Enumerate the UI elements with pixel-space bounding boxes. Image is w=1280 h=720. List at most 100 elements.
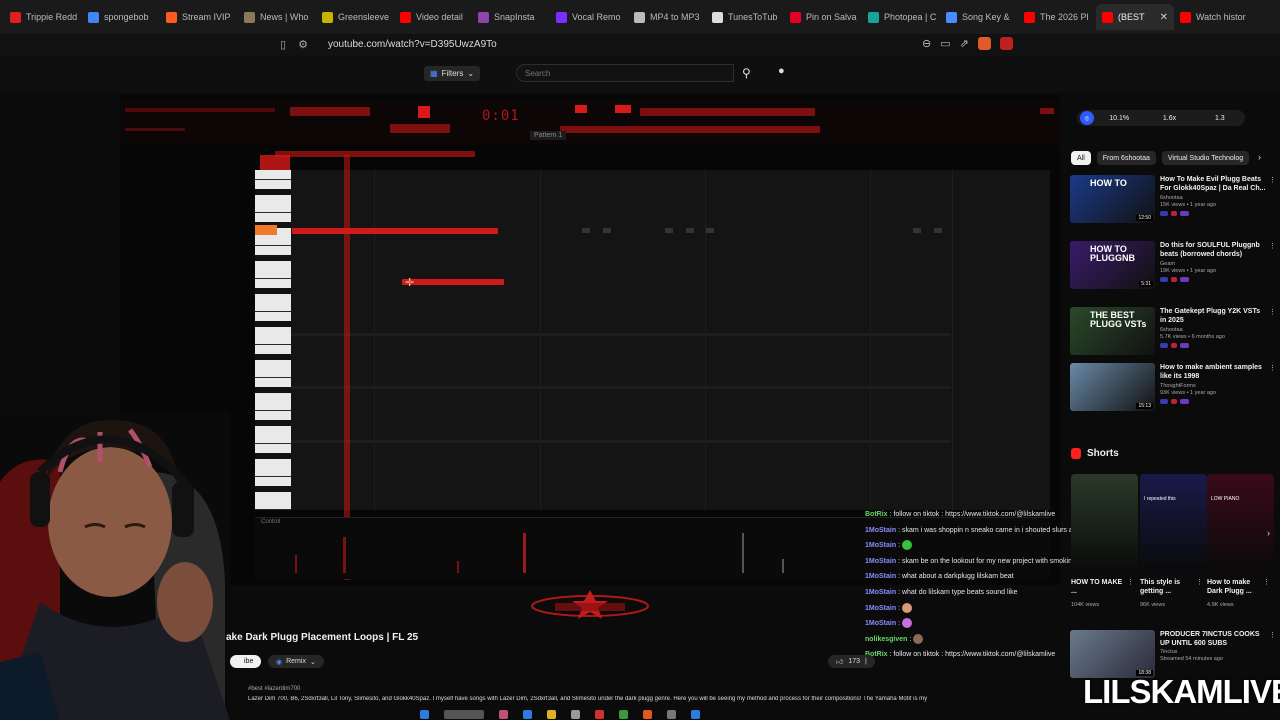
video-description[interactable]: Lazer Dim 700, B6, 2Sdxrt3all, Lil Tony,… bbox=[248, 696, 1058, 702]
speed-extension-bar[interactable]: ◎ 10.1% 1.6x 1.3 bbox=[1077, 110, 1245, 126]
share-icon[interactable]: ⇗ bbox=[960, 37, 969, 50]
chat-username: BotRix bbox=[865, 511, 888, 518]
search-icon[interactable]: ⚲ bbox=[742, 66, 751, 80]
taskbar-app-icon[interactable] bbox=[499, 710, 508, 719]
short-thumbnail[interactable] bbox=[1071, 474, 1138, 572]
search-input[interactable]: Search bbox=[516, 64, 734, 82]
filter-chip[interactable]: Virtual Studio Technolog bbox=[1161, 151, 1250, 165]
recommendation-card[interactable]: HOW TO PLUGGNB 5:31 Do this for SOULFUL Pl… bbox=[1070, 241, 1276, 291]
more-options-icon[interactable]: ⋮ bbox=[1269, 308, 1276, 316]
browser-tab[interactable]: Pin on Salva bbox=[784, 4, 862, 30]
filters-button[interactable]: ▦ Filters ⌄ bbox=[424, 66, 481, 81]
midi-note[interactable] bbox=[292, 228, 498, 234]
windows-start-icon[interactable] bbox=[420, 710, 429, 719]
more-options-icon[interactable]: ⋮ bbox=[1269, 364, 1276, 372]
taskbar-app-icon[interactable] bbox=[595, 710, 604, 719]
taskbar-app-icon[interactable] bbox=[523, 710, 532, 719]
tab-close-icon[interactable]: ✕ bbox=[1160, 12, 1168, 23]
browser-tab[interactable]: TunesToTub bbox=[706, 4, 784, 30]
shorts-header: Shorts bbox=[1071, 448, 1119, 459]
recommendation-title[interactable]: The Gatekept Plugg Y2K VSTs in 2025 bbox=[1160, 307, 1268, 325]
taskbar-search-icon[interactable] bbox=[444, 710, 484, 719]
recommendation-title[interactable]: How To Make Evil Plugg Beats For Glokk40… bbox=[1160, 175, 1268, 193]
recommendation-thumbnail[interactable]: 18:38 bbox=[1070, 630, 1155, 678]
extension-value[interactable]: 10.1% bbox=[1094, 115, 1144, 122]
subscribe-button[interactable]: ibe bbox=[230, 655, 262, 668]
tab-label: News | Who bbox=[260, 12, 309, 22]
browser-tab[interactable]: MP4 to MP3 bbox=[628, 4, 706, 30]
taskbar-folder-icon[interactable] bbox=[547, 710, 556, 719]
browser-tab[interactable]: Trippie Redd bbox=[4, 4, 82, 30]
midi-note[interactable] bbox=[402, 279, 504, 285]
zoom-icon[interactable]: ⊖ bbox=[922, 37, 931, 50]
recommendation-card[interactable]: THE BEST PLUGG VSTs The Gatekept Plugg Y2… bbox=[1070, 307, 1276, 357]
extension-alert-icon[interactable] bbox=[999, 37, 1013, 50]
browser-tab[interactable]: The 2026 Pl bbox=[1018, 4, 1096, 30]
pattern-selector[interactable]: Pattern 1 bbox=[530, 131, 567, 140]
recommendation-channel[interactable]: 6shootaa bbox=[1160, 327, 1183, 333]
remix-button[interactable]: ◉ Remix ⌄ bbox=[268, 655, 324, 668]
recommendation-title[interactable]: Do this for SOULFUL Pluggnb beats (borro… bbox=[1160, 241, 1268, 259]
more-options-icon[interactable]: ⋮ bbox=[1269, 176, 1276, 184]
recommendation-title[interactable]: PRODUCER 7INCTUS COOKS UP UNTIL 600 SUBS bbox=[1160, 630, 1268, 648]
thumbnail-text: HOW TO PLUGGNB bbox=[1090, 244, 1135, 263]
thumbs-down-icon[interactable]: | bbox=[865, 658, 867, 665]
taskbar-app-icon[interactable] bbox=[643, 710, 652, 719]
more-options-icon[interactable]: ⋮ bbox=[1269, 242, 1276, 250]
recommendation-channel[interactable]: Geam bbox=[1160, 261, 1175, 267]
recommendation-channel[interactable]: 6shootaa bbox=[1160, 195, 1183, 201]
browser-tab[interactable]: SnapInsta bbox=[472, 4, 550, 30]
browser-tab[interactable]: Watch histor bbox=[1174, 4, 1252, 30]
recommendation-title[interactable]: How to make ambient samples like its 199… bbox=[1160, 363, 1268, 381]
taskbar-app-icon[interactable] bbox=[691, 710, 700, 719]
more-options-icon[interactable]: ⋮ bbox=[1127, 578, 1134, 586]
short-title[interactable]: This style is getting ... bbox=[1140, 578, 1198, 596]
remix-label: Remix bbox=[286, 658, 306, 665]
url-text[interactable]: youtube.com/watch?v=D395UwzA9To bbox=[328, 39, 497, 50]
browser-tab[interactable]: (BEST ✕ bbox=[1096, 4, 1174, 30]
site-info-icon[interactable]: ⚙ bbox=[298, 38, 308, 51]
browser-tab[interactable]: Stream IVIP bbox=[160, 4, 238, 30]
recommendation-thumbnail[interactable]: HOW TO 12:50 bbox=[1070, 175, 1155, 223]
extension-brave-icon[interactable] bbox=[977, 37, 991, 50]
chat-text: : what about a darkplugg lilskam beat bbox=[896, 573, 1014, 581]
video-hashtags[interactable]: #best #lazerdim700 bbox=[248, 686, 300, 692]
filter-chip[interactable]: All bbox=[1071, 151, 1091, 165]
short-thumbnail[interactable]: I repeated this bbox=[1140, 474, 1207, 572]
taskbar-app-icon[interactable] bbox=[619, 710, 628, 719]
more-options-icon[interactable]: ⋮ bbox=[1269, 631, 1276, 639]
recommendation-card[interactable]: 18:38 PRODUCER 7INCTUS COOKS UP UNTIL 60… bbox=[1070, 630, 1276, 678]
recommendation-thumbnail[interactable]: HOW TO PLUGGNB 5:31 bbox=[1070, 241, 1155, 289]
like-button[interactable]: 👍︎ 173 | bbox=[828, 655, 875, 668]
short-title[interactable]: How to make Dark Plugg ... bbox=[1207, 578, 1265, 596]
recommendation-card[interactable]: HOW TO 12:50 How To Make Evil Plugg Beats … bbox=[1070, 175, 1276, 225]
shorts-next-icon[interactable]: › bbox=[1267, 528, 1270, 538]
more-options-icon[interactable]: ⋮ bbox=[1196, 578, 1203, 586]
recommendation-thumbnail[interactable]: 15:13 bbox=[1070, 363, 1155, 411]
browser-tab[interactable]: Song Key & bbox=[940, 4, 1018, 30]
mic-icon[interactable]: ● bbox=[778, 65, 785, 77]
filters-chevron-icon: ⌄ bbox=[467, 69, 475, 78]
extension-value[interactable]: 1.6x bbox=[1144, 115, 1194, 122]
taskbar-app-icon[interactable] bbox=[667, 710, 676, 719]
cast-icon[interactable]: ▭ bbox=[940, 37, 950, 50]
extension-value[interactable]: 1.3 bbox=[1195, 115, 1245, 122]
browser-tab[interactable]: News | Who bbox=[238, 4, 316, 30]
bookmark-icon[interactable]: ▯ bbox=[280, 38, 286, 51]
browser-tab[interactable]: Greensleeve bbox=[316, 4, 394, 30]
browser-tab[interactable]: Vocal Remo bbox=[550, 4, 628, 30]
short-thumbnail[interactable]: LOW PIANO bbox=[1207, 474, 1274, 572]
recommendation-thumbnail[interactable]: THE BEST PLUGG VSTs bbox=[1070, 307, 1155, 355]
filter-chip[interactable]: From 6shootaa bbox=[1096, 151, 1156, 165]
recommendation-channel[interactable]: ThoughtForms bbox=[1160, 383, 1196, 389]
browser-tab[interactable]: spongebob bbox=[82, 4, 160, 30]
recommendation-channel[interactable]: 7inctus bbox=[1160, 649, 1177, 655]
short-title[interactable]: HOW TO MAKE ... bbox=[1071, 578, 1129, 596]
browser-tab[interactable]: Photopea | C bbox=[862, 4, 940, 30]
taskbar-app-icon[interactable] bbox=[571, 710, 580, 719]
piano-keys[interactable] bbox=[255, 170, 291, 510]
browser-tab[interactable]: Video detail bbox=[394, 4, 472, 30]
more-options-icon[interactable]: ⋮ bbox=[1263, 578, 1270, 586]
chips-next-icon[interactable]: › bbox=[1258, 152, 1261, 162]
recommendation-card[interactable]: 15:13 How to make ambient samples like it… bbox=[1070, 363, 1276, 413]
